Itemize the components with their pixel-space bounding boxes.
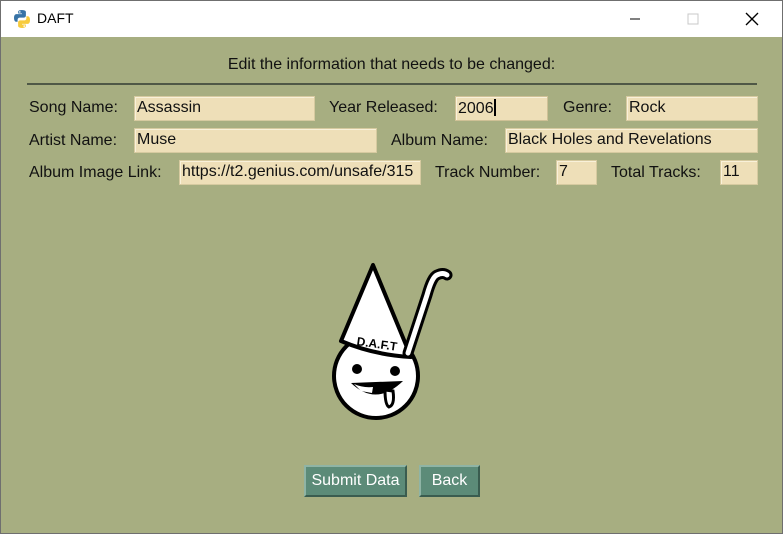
artist-name-field[interactable]: Muse [134, 128, 377, 153]
submit-data-button[interactable]: Submit Data [304, 465, 407, 497]
app-window: DAFT Edit the information that needs to … [0, 0, 783, 534]
logo-eye-left [352, 364, 362, 374]
artist-name-label: Artist Name: [29, 132, 118, 149]
track-number-field[interactable]: 7 [556, 160, 597, 185]
minimize-icon [630, 18, 640, 20]
logo-eye-right [390, 366, 400, 376]
python-icon [14, 10, 30, 28]
album-name-label: Album Name: [391, 132, 488, 149]
genre-field[interactable]: Rock [626, 96, 758, 121]
year-released-label: Year Released: [329, 99, 438, 116]
album-name-field[interactable]: Black Holes and Revelations [505, 128, 758, 153]
close-icon [745, 12, 759, 26]
song-name-field[interactable]: Assassin [134, 96, 315, 121]
album-image-link-label: Album Image Link: [29, 164, 162, 181]
window-title: DAFT [37, 10, 74, 26]
back-button[interactable]: Back [419, 465, 480, 497]
total-tracks-field[interactable]: 11 [720, 160, 758, 185]
year-released-value: 2006 [458, 100, 494, 117]
album-image-link-field[interactable]: https://t2.genius.com/unsafe/315 [179, 160, 421, 185]
logo-tube [405, 271, 450, 356]
title-bar[interactable]: DAFT [1, 1, 782, 37]
minimize-button[interactable] [612, 1, 658, 37]
daft-logo: D.A.F.T [332, 263, 453, 420]
close-button[interactable] [729, 1, 775, 37]
form-heading: Edit the information that needs to be ch… [227, 56, 556, 73]
song-name-label: Song Name: [29, 99, 118, 116]
year-released-field[interactable]: 2006 [455, 96, 548, 121]
total-tracks-label: Total Tracks: [611, 164, 701, 181]
form-area: Edit the information that needs to be ch… [1, 37, 782, 533]
heading-divider [27, 83, 757, 85]
maximize-icon [687, 13, 699, 25]
logo-tongue [383, 388, 395, 409]
maximize-button[interactable] [670, 1, 716, 37]
genre-label: Genre: [563, 99, 612, 116]
text-cursor [493, 99, 496, 116]
track-number-label: Track Number: [435, 164, 541, 181]
